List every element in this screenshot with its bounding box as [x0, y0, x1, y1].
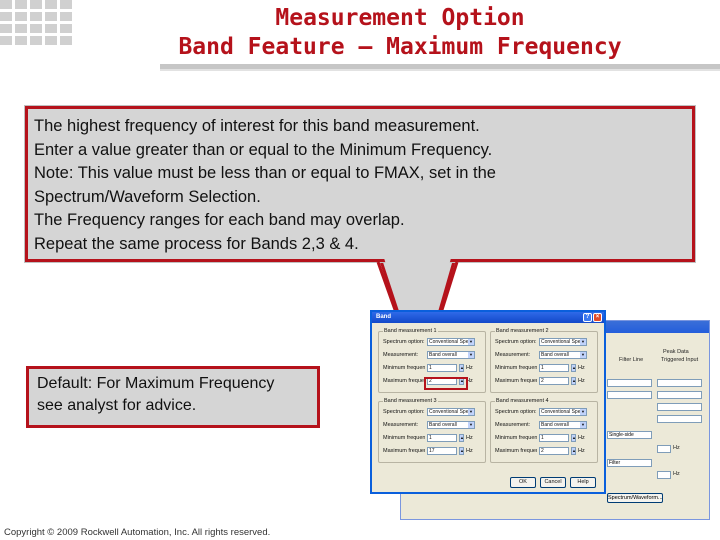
field-label: Spectrum option:	[383, 339, 425, 345]
unit-label: Hz	[466, 365, 473, 371]
group-label: Band measurement 1	[383, 328, 438, 334]
field-label: Spectrum option:	[383, 409, 425, 415]
field-label: Spectrum option:	[495, 409, 537, 415]
unit-label: Hz	[466, 435, 473, 441]
unit-label: Hz	[673, 471, 680, 477]
close-icon[interactable]: ×	[593, 313, 602, 322]
select-value: Band overall	[429, 422, 457, 428]
field-label: Minimum frequency:	[383, 365, 425, 371]
group-label: Band measurement 2	[495, 328, 550, 334]
field-label: Measurement:	[383, 352, 419, 358]
field-label: Maximum frequency:	[495, 448, 537, 454]
minimum-frequency-input[interactable]: 1	[427, 434, 457, 442]
spectrum-option-select[interactable]: Conventional Spectr ▼	[427, 338, 475, 346]
minimum-frequency-input[interactable]: 1	[539, 364, 569, 372]
measurement-select[interactable]: Band overall ▼	[539, 351, 587, 359]
chevron-down-icon: ▼	[468, 352, 474, 358]
column-header: Triggered Input	[661, 357, 699, 363]
column-header: Filter Line	[619, 357, 644, 363]
background-field[interactable]	[657, 471, 671, 479]
maximum-frequency-highlight	[424, 377, 468, 390]
field-label: Measurement:	[495, 422, 531, 428]
field-label: Minimum frequency:	[383, 435, 425, 441]
dialog-titlebar: Band ? ×	[372, 312, 604, 323]
unit-label: Hz	[673, 445, 680, 451]
maximum-frequency-input[interactable]: 2	[539, 447, 569, 455]
dialog-footer: OK Cancel Help	[510, 477, 596, 488]
help-button[interactable]: Help	[570, 477, 596, 488]
field-label: Minimum frequency:	[495, 365, 537, 371]
unit-label: Hz	[578, 365, 585, 371]
group-label: Band measurement 4	[495, 398, 550, 404]
unit-label: Hz	[466, 448, 473, 454]
minimum-frequency-input[interactable]: 1	[539, 434, 569, 442]
band-dialog: Band ? × Band measurement 1 Spectrum opt…	[370, 310, 606, 494]
field-label: Measurement:	[495, 352, 531, 358]
note-line: see analyst for advice.	[37, 397, 197, 414]
chevron-down-icon: ▼	[468, 339, 474, 345]
spinner-icon[interactable]: ▲	[571, 447, 576, 455]
select-value: Band overall	[541, 422, 569, 428]
column-header: Peak Data	[663, 349, 689, 355]
spinner-icon[interactable]: ▲	[571, 364, 576, 372]
background-select[interactable]: Single-side	[607, 431, 652, 439]
background-field[interactable]	[657, 379, 702, 387]
chevron-down-icon: ▼	[468, 422, 474, 428]
band-group-2: Band measurement 2 Spectrum option: Conv…	[490, 328, 598, 393]
copyright-text: Copyright © 2009 Rockwell Automation, In…	[4, 527, 271, 538]
ok-button[interactable]: OK	[510, 477, 536, 488]
unit-label: Hz	[578, 448, 585, 454]
background-field[interactable]	[657, 415, 702, 423]
band-group-3: Band measurement 3 Spectrum option: Conv…	[378, 398, 486, 463]
maximum-frequency-input[interactable]: 2	[539, 377, 569, 385]
help-icon[interactable]: ?	[583, 313, 592, 322]
background-field[interactable]	[657, 445, 671, 453]
background-field[interactable]	[657, 403, 702, 411]
background-field[interactable]	[607, 391, 652, 399]
measurement-select[interactable]: Band overall ▼	[427, 421, 475, 429]
spinner-icon[interactable]: ▲	[459, 434, 464, 442]
chevron-down-icon: ▼	[580, 422, 586, 428]
spectrum-option-select[interactable]: Conventional Spectr ▼	[539, 338, 587, 346]
field-label: Maximum frequency:	[495, 378, 537, 384]
spinner-icon[interactable]: ▲	[571, 377, 576, 385]
field-label: Maximum frequency:	[383, 448, 425, 454]
background-select[interactable]: Filter	[607, 459, 652, 467]
group-label: Band measurement 3	[383, 398, 438, 404]
cancel-button[interactable]: Cancel	[540, 477, 566, 488]
select-value: Band overall	[541, 352, 569, 358]
measurement-select[interactable]: Band overall ▼	[427, 351, 475, 359]
spinner-icon[interactable]: ▲	[459, 447, 464, 455]
chevron-down-icon: ▼	[580, 409, 586, 415]
spectrum-option-select[interactable]: Conventional Spectr ▼	[539, 408, 587, 416]
measurement-select[interactable]: Band overall ▼	[539, 421, 587, 429]
unit-label: Hz	[578, 435, 585, 441]
dialog-title: Band	[376, 314, 391, 320]
band-group-4: Band measurement 4 Spectrum option: Conv…	[490, 398, 598, 463]
note-line: Default: For Maximum Frequency	[37, 375, 275, 392]
minimum-frequency-input[interactable]: 1	[427, 364, 457, 372]
field-label: Maximum frequency:	[383, 378, 425, 384]
background-field[interactable]	[657, 391, 702, 399]
default-note-box: Default: For Maximum Frequency see analy…	[26, 366, 320, 428]
chevron-down-icon: ▼	[580, 352, 586, 358]
spinner-icon[interactable]: ▲	[459, 364, 464, 372]
background-field[interactable]	[607, 379, 652, 387]
spinner-icon[interactable]: ▲	[571, 434, 576, 442]
select-value: Band overall	[429, 352, 457, 358]
chevron-down-icon: ▼	[468, 409, 474, 415]
field-label: Spectrum option:	[495, 339, 537, 345]
spectrum-waveform-button[interactable]: Spectrum/Waveform...	[607, 493, 663, 503]
field-label: Minimum frequency:	[495, 435, 537, 441]
spectrum-option-select[interactable]: Conventional Spectr ▼	[427, 408, 475, 416]
chevron-down-icon: ▼	[580, 339, 586, 345]
maximum-frequency-input[interactable]: 17	[427, 447, 457, 455]
field-label: Measurement:	[383, 422, 419, 428]
unit-label: Hz	[578, 378, 585, 384]
